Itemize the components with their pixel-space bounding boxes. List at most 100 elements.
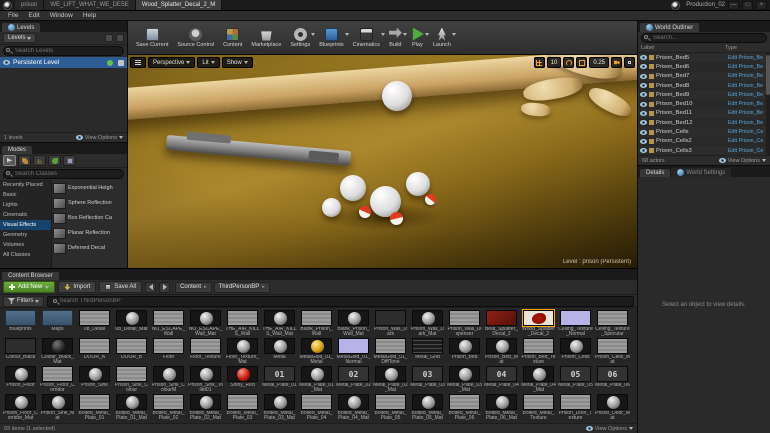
chevron-down-icon[interactable] (344, 32, 349, 36)
asset-tile[interactable]: Floor_Texture_Mat (225, 338, 260, 364)
viewport[interactable]: Perspective Lit Show 10 0.25 Level : pri… (128, 55, 637, 268)
placeable-item[interactable]: Deferred Decal (53, 241, 126, 255)
asset-tile[interactable]: Bolted_Metal_Plate_04_Mat (336, 394, 371, 420)
visibility-eye-icon[interactable] (640, 92, 647, 98)
outliner-search-input[interactable] (641, 33, 767, 43)
actor-type-link[interactable]: Edit Prison_Be (728, 92, 768, 98)
asset-tile[interactable]: Prison_Door_Texture (558, 394, 593, 420)
toolbar-button[interactable]: Settings (290, 27, 316, 48)
modes-category[interactable]: Volumes (0, 240, 51, 250)
toolbar-button[interactable]: Save Current (136, 27, 168, 48)
actor-type-link[interactable]: Edit Prison_Be (728, 73, 768, 79)
asset-tile[interactable]: Metal_Plate_03_Mat (447, 366, 482, 392)
tab-content-browser[interactable]: Content Browser (2, 272, 59, 280)
modes-category[interactable]: Geometry (0, 230, 51, 240)
asset-tile[interactable]: Prison_Floor_Corridor_Mat (3, 394, 38, 420)
asset-tile[interactable]: Metal_Plate_04_Mat (521, 366, 556, 392)
grid-snap-value[interactable]: 10 (546, 57, 562, 68)
modes-category[interactable]: Cinematic (0, 210, 51, 220)
landscape-mode-button[interactable] (33, 155, 46, 166)
placeable-item[interactable]: Box Reflection Ca (53, 211, 126, 225)
asset-tile[interactable]: Prison_Wall_Dark_Mat (410, 310, 445, 336)
visibility-eye-icon[interactable] (640, 101, 647, 107)
asset-tile[interactable]: Bolted_Metal_Plate_03 (225, 394, 260, 420)
placeable-item[interactable]: Exponential Heigh (53, 181, 126, 195)
asset-tile[interactable]: Ceiling_Texture_Specular (595, 310, 630, 336)
asset-tile[interactable]: Prison_Cells (558, 338, 593, 364)
visibility-eye-icon[interactable] (640, 55, 647, 61)
table-row[interactable]: Prison_Bed5 Edit Prison_Be (638, 53, 770, 62)
asset-tile[interactable]: Bolted_Metal_Plate_01_Mat (114, 394, 149, 420)
breadcrumb-item[interactable]: Content (175, 281, 212, 293)
toolbar-button[interactable]: Marketplace (251, 28, 281, 48)
asset-tile[interactable]: MetalGold_01_DiffTone (373, 338, 408, 364)
asset-tile[interactable]: DOOR_A (77, 338, 112, 364)
visibility-eye-icon[interactable] (3, 60, 10, 65)
column-header-label[interactable]: Label (641, 45, 725, 51)
content-search-input[interactable] (47, 295, 634, 307)
asset-tile[interactable]: NO_ESCAPE_Wall (151, 310, 186, 336)
tab-modes[interactable]: Modes (2, 146, 33, 154)
document-tab[interactable]: Wood_Splatter_Decal_2_M (135, 0, 223, 10)
asset-tile[interactable]: 08_Detail_Mat (114, 310, 149, 336)
asset-tile[interactable]: Bolted_Metal_Plate_03_Mat (262, 394, 297, 420)
add-new-button[interactable]: Add New (3, 281, 56, 293)
asset-tile[interactable]: 05 Metal_Plate_05 (558, 366, 593, 392)
forward-button[interactable] (159, 281, 171, 293)
asset-tile[interactable]: Shiny_Red (225, 366, 260, 392)
visibility-eye-icon[interactable] (640, 120, 647, 126)
maximize-button[interactable]: □ (742, 0, 753, 10)
asset-tile[interactable]: 08_Detail (77, 310, 112, 336)
scrollbar[interactable] (766, 53, 770, 155)
table-row[interactable]: Prison_Bed6 Edit Prison_Be (638, 62, 770, 72)
placeable-item[interactable]: Planar Reflection (53, 226, 126, 240)
tab-world-outliner[interactable]: World Outliner (640, 23, 700, 32)
asset-tile[interactable]: Prison_Cells_Mat (595, 338, 630, 364)
table-row[interactable]: Prison_Cells2 Edit Prison_Ce (638, 136, 770, 146)
chevron-down-icon[interactable] (380, 32, 385, 36)
view-mode-dropdown[interactable]: Lit (197, 57, 220, 68)
asset-tile[interactable]: Metal_Grid (410, 338, 445, 364)
show-dropdown[interactable]: Show (221, 57, 253, 68)
asset-tile[interactable]: Prison_Sink_Colour (114, 366, 149, 392)
toolbar-button[interactable]: Play (411, 27, 429, 48)
asset-tile[interactable]: Bolted_Metal_Plate_01 (77, 394, 112, 420)
asset-tile[interactable]: Prison_Sink_Mat (40, 394, 75, 420)
save-all-button[interactable]: Save All (99, 281, 143, 293)
actor-type-link[interactable]: Edit Prison_Be (728, 120, 768, 126)
asset-tile[interactable]: Floor_Texture (188, 338, 223, 364)
asset-tile[interactable]: Prison_Sink_Toilet01 (188, 366, 223, 392)
table-row[interactable]: Prison_Bed9 Edit Prison_Be (638, 90, 770, 99)
filters-button[interactable]: Filters (3, 295, 45, 307)
document-tab[interactable]: WE_LIFT_WHAT_WE_DESE (44, 0, 136, 10)
visibility-eye-icon[interactable] (640, 64, 647, 70)
asset-tile[interactable]: Bolted_Metal_Texture (521, 394, 556, 420)
maximize-viewport-button[interactable] (624, 57, 635, 68)
table-row[interactable]: Prison_Bed7 Edit Prison_Be (638, 72, 770, 81)
table-row[interactable]: Prison_Bed8 Edit Prison_Be (638, 80, 770, 91)
place-mode-button[interactable] (3, 155, 16, 166)
level-edit-icon[interactable] (118, 59, 124, 66)
asset-tile[interactable]: Blueprints (3, 310, 38, 336)
asset-tile[interactable]: DOOR_B (114, 338, 149, 364)
toolbar-button[interactable]: Build (388, 27, 407, 48)
asset-tile[interactable]: Blank_Prison_Wall (299, 310, 334, 336)
back-button[interactable] (145, 281, 157, 293)
toolbar-button[interactable]: Content (223, 27, 242, 48)
import-button[interactable]: Import (58, 281, 97, 293)
chevron-down-icon[interactable] (424, 32, 429, 36)
asset-tile[interactable]: THE_AIR_KILLS_Wall (225, 310, 260, 336)
toolbar-button[interactable]: Source Control (177, 27, 214, 48)
toolbar-button[interactable]: Blueprints (319, 27, 349, 48)
levels-settings-icon[interactable] (116, 34, 124, 42)
asset-tile[interactable]: Ceiling_Texture_Normal (558, 310, 593, 336)
chevron-down-icon[interactable] (451, 32, 456, 36)
asset-tile[interactable]: Floor (151, 338, 186, 364)
actor-type-link[interactable]: Edit Prison_Ce (728, 129, 768, 135)
actor-type-link[interactable]: Edit Prison_Be (728, 55, 768, 61)
asset-tile[interactable]: 03 Metal_Plate_03 (410, 366, 445, 392)
asset-tile[interactable]: Prison_Wall_Dispenser (447, 310, 482, 336)
asset-tile[interactable]: Metal_Plate_01_Mat (299, 366, 334, 392)
table-row[interactable]: Prison_Bed12 Edit Prison_Be (638, 118, 770, 128)
asset-tile[interactable]: Prison_Bed_Mat (484, 338, 519, 364)
